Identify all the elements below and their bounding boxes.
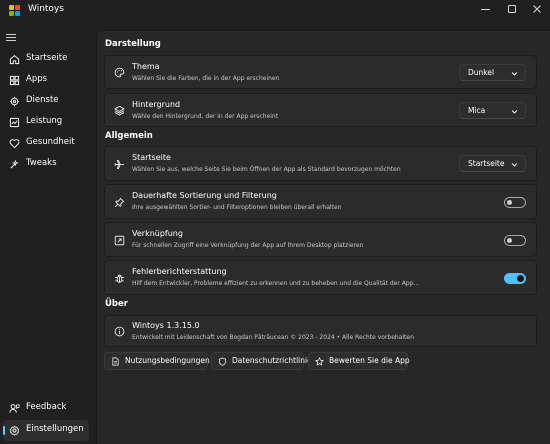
title-bar: Wintoys <box>0 0 550 22</box>
sidebar-item-leistung[interactable]: Leistung <box>3 112 89 133</box>
star-icon <box>315 357 324 366</box>
maximize-button[interactable] <box>499 0 525 18</box>
error-report-toggle[interactable] <box>504 273 526 284</box>
hamburger-line <box>6 39 16 41</box>
sidebar-item-label: Apps <box>26 74 48 84</box>
sidebar-item-label: Startseite <box>26 53 68 63</box>
persistent-sort-setting-card: Dauerhafte Sortierung und Filterung Ihre… <box>104 184 537 219</box>
bug-icon <box>114 273 125 284</box>
terms-label: Nutzungsbedingungen <box>125 356 210 365</box>
card-title: Fehlerberichterstattung <box>132 267 227 276</box>
about-card: Wintoys 1.3.15.0 Entwickelt mit Leidensc… <box>104 315 537 347</box>
tweaks-icon <box>9 159 20 170</box>
card-description: Für schnellen Zugriff eine Verknüpfung d… <box>132 242 364 249</box>
shortcut-toggle[interactable] <box>504 235 526 246</box>
card-description: Wählen Sie die Farben, die in der App er… <box>132 75 280 82</box>
card-description: Wählen Sie aus, welche Seite Sie beim Öf… <box>132 166 401 173</box>
startpage-setting-card: Startseite Wählen Sie aus, welche Seite … <box>104 146 537 181</box>
theme-setting-card: Thema Wählen Sie die Farben, die in der … <box>104 55 537 89</box>
card-title: Thema <box>132 62 160 71</box>
apps-icon <box>9 75 20 86</box>
rate-app-button[interactable]: Bewerten Sie die App <box>308 352 410 370</box>
document-icon <box>111 357 120 366</box>
card-title: Startseite <box>132 153 171 162</box>
airplane-icon <box>114 159 125 170</box>
services-icon <box>9 96 20 107</box>
privacy-button[interactable]: Datenschutzrichtlinie <box>211 352 312 370</box>
settings-page: Darstellung Thema Wählen Sie die Farben,… <box>96 30 550 444</box>
toggle-knob <box>507 238 512 243</box>
performance-icon <box>9 117 20 128</box>
app-version: Wintoys 1.3.15.0 <box>132 321 200 330</box>
section-title-general: Allgemein <box>105 131 153 141</box>
sidebar-item-label: Tweaks <box>26 158 57 168</box>
sidebar-item-label: Feedback <box>26 402 67 412</box>
terms-button[interactable]: Nutzungsbedingungen <box>104 352 210 370</box>
card-description: Wähle den Hintergrund, der in der App er… <box>132 113 279 120</box>
window-title: Wintoys <box>28 4 64 14</box>
copyright-text: Entwickelt mit Leidenschaft von Bogdan P… <box>132 334 414 341</box>
shortcut-icon <box>114 235 125 246</box>
hamburger-line <box>6 33 16 35</box>
logo-square-4 <box>15 11 20 16</box>
sidebar-item-label: Einstellungen <box>26 424 84 434</box>
minimize-icon <box>480 8 490 10</box>
chevron-down-icon <box>511 163 518 167</box>
dropdown-value: Mica <box>468 106 486 115</box>
palette-icon <box>114 67 125 78</box>
health-icon <box>9 138 20 149</box>
feedback-icon <box>9 403 20 414</box>
card-description: Hilf dem Entwickler, Probleme effizient … <box>132 280 420 287</box>
dropdown-value: Startseite <box>468 159 505 168</box>
home-icon <box>9 54 20 65</box>
chevron-down-icon <box>511 110 518 114</box>
toggle-knob <box>507 200 512 205</box>
hamburger-menu-button[interactable] <box>6 30 20 44</box>
logo-square-2 <box>15 5 20 10</box>
card-title: Dauerhafte Sortierung und Filterung <box>132 191 277 200</box>
rate-app-label: Bewerten Sie die App <box>329 356 410 365</box>
minimize-button[interactable] <box>472 0 498 18</box>
sidebar-item-einstellungen[interactable]: Einstellungen <box>3 420 89 441</box>
sidebar-item-tweaks[interactable]: Tweaks <box>3 154 89 175</box>
sidebar-item-label: Leistung <box>26 116 63 126</box>
startpage-dropdown[interactable]: Startseite <box>459 155 526 172</box>
selection-indicator <box>3 426 5 435</box>
sidebar: Startseite Apps Dienste Leistung Gesundh… <box>0 22 96 443</box>
sidebar-item-startseite[interactable]: Startseite <box>3 49 89 70</box>
close-button[interactable] <box>524 0 550 18</box>
sidebar-item-label: Gesundheit <box>26 137 75 147</box>
card-title: Hintergrund <box>132 100 181 109</box>
logo-square-1 <box>9 5 14 10</box>
section-title-about: Über <box>105 299 128 309</box>
card-title: Verknüpfung <box>132 229 183 238</box>
pin-icon <box>114 197 125 208</box>
info-icon <box>114 326 125 337</box>
toggle-knob <box>517 275 524 282</box>
shortcut-setting-card: Verknüpfung Für schnellen Zugriff eine V… <box>104 222 537 257</box>
privacy-label: Datenschutzrichtlinie <box>232 356 312 365</box>
background-setting-card: Hintergrund Wähle den Hintergrund, der i… <box>104 93 537 127</box>
card-description: Ihre ausgewählten Sortier- und Filteropt… <box>132 204 342 211</box>
hamburger-line <box>6 36 16 38</box>
sidebar-item-feedback[interactable]: Feedback <box>3 398 89 419</box>
background-dropdown[interactable]: Mica <box>459 102 526 119</box>
sidebar-item-dienste[interactable]: Dienste <box>3 91 89 112</box>
persistent-sort-toggle[interactable] <box>504 197 526 208</box>
app-logo-icon <box>9 5 20 16</box>
maximize-icon <box>508 5 516 13</box>
settings-icon <box>9 425 20 436</box>
close-icon <box>533 5 541 13</box>
sidebar-item-gesundheit[interactable]: Gesundheit <box>3 133 89 154</box>
section-title-appearance: Darstellung <box>105 39 161 49</box>
error-report-setting-card: Fehlerberichterstattung Hilf dem Entwick… <box>104 260 537 295</box>
sidebar-item-label: Dienste <box>26 95 59 105</box>
theme-dropdown[interactable]: Dunkel <box>459 64 526 81</box>
shield-icon <box>218 357 227 366</box>
logo-square-3 <box>9 11 14 16</box>
sidebar-item-apps[interactable]: Apps <box>3 70 89 91</box>
chevron-down-icon <box>511 72 518 76</box>
layers-icon <box>114 105 125 116</box>
dropdown-value: Dunkel <box>468 68 495 77</box>
